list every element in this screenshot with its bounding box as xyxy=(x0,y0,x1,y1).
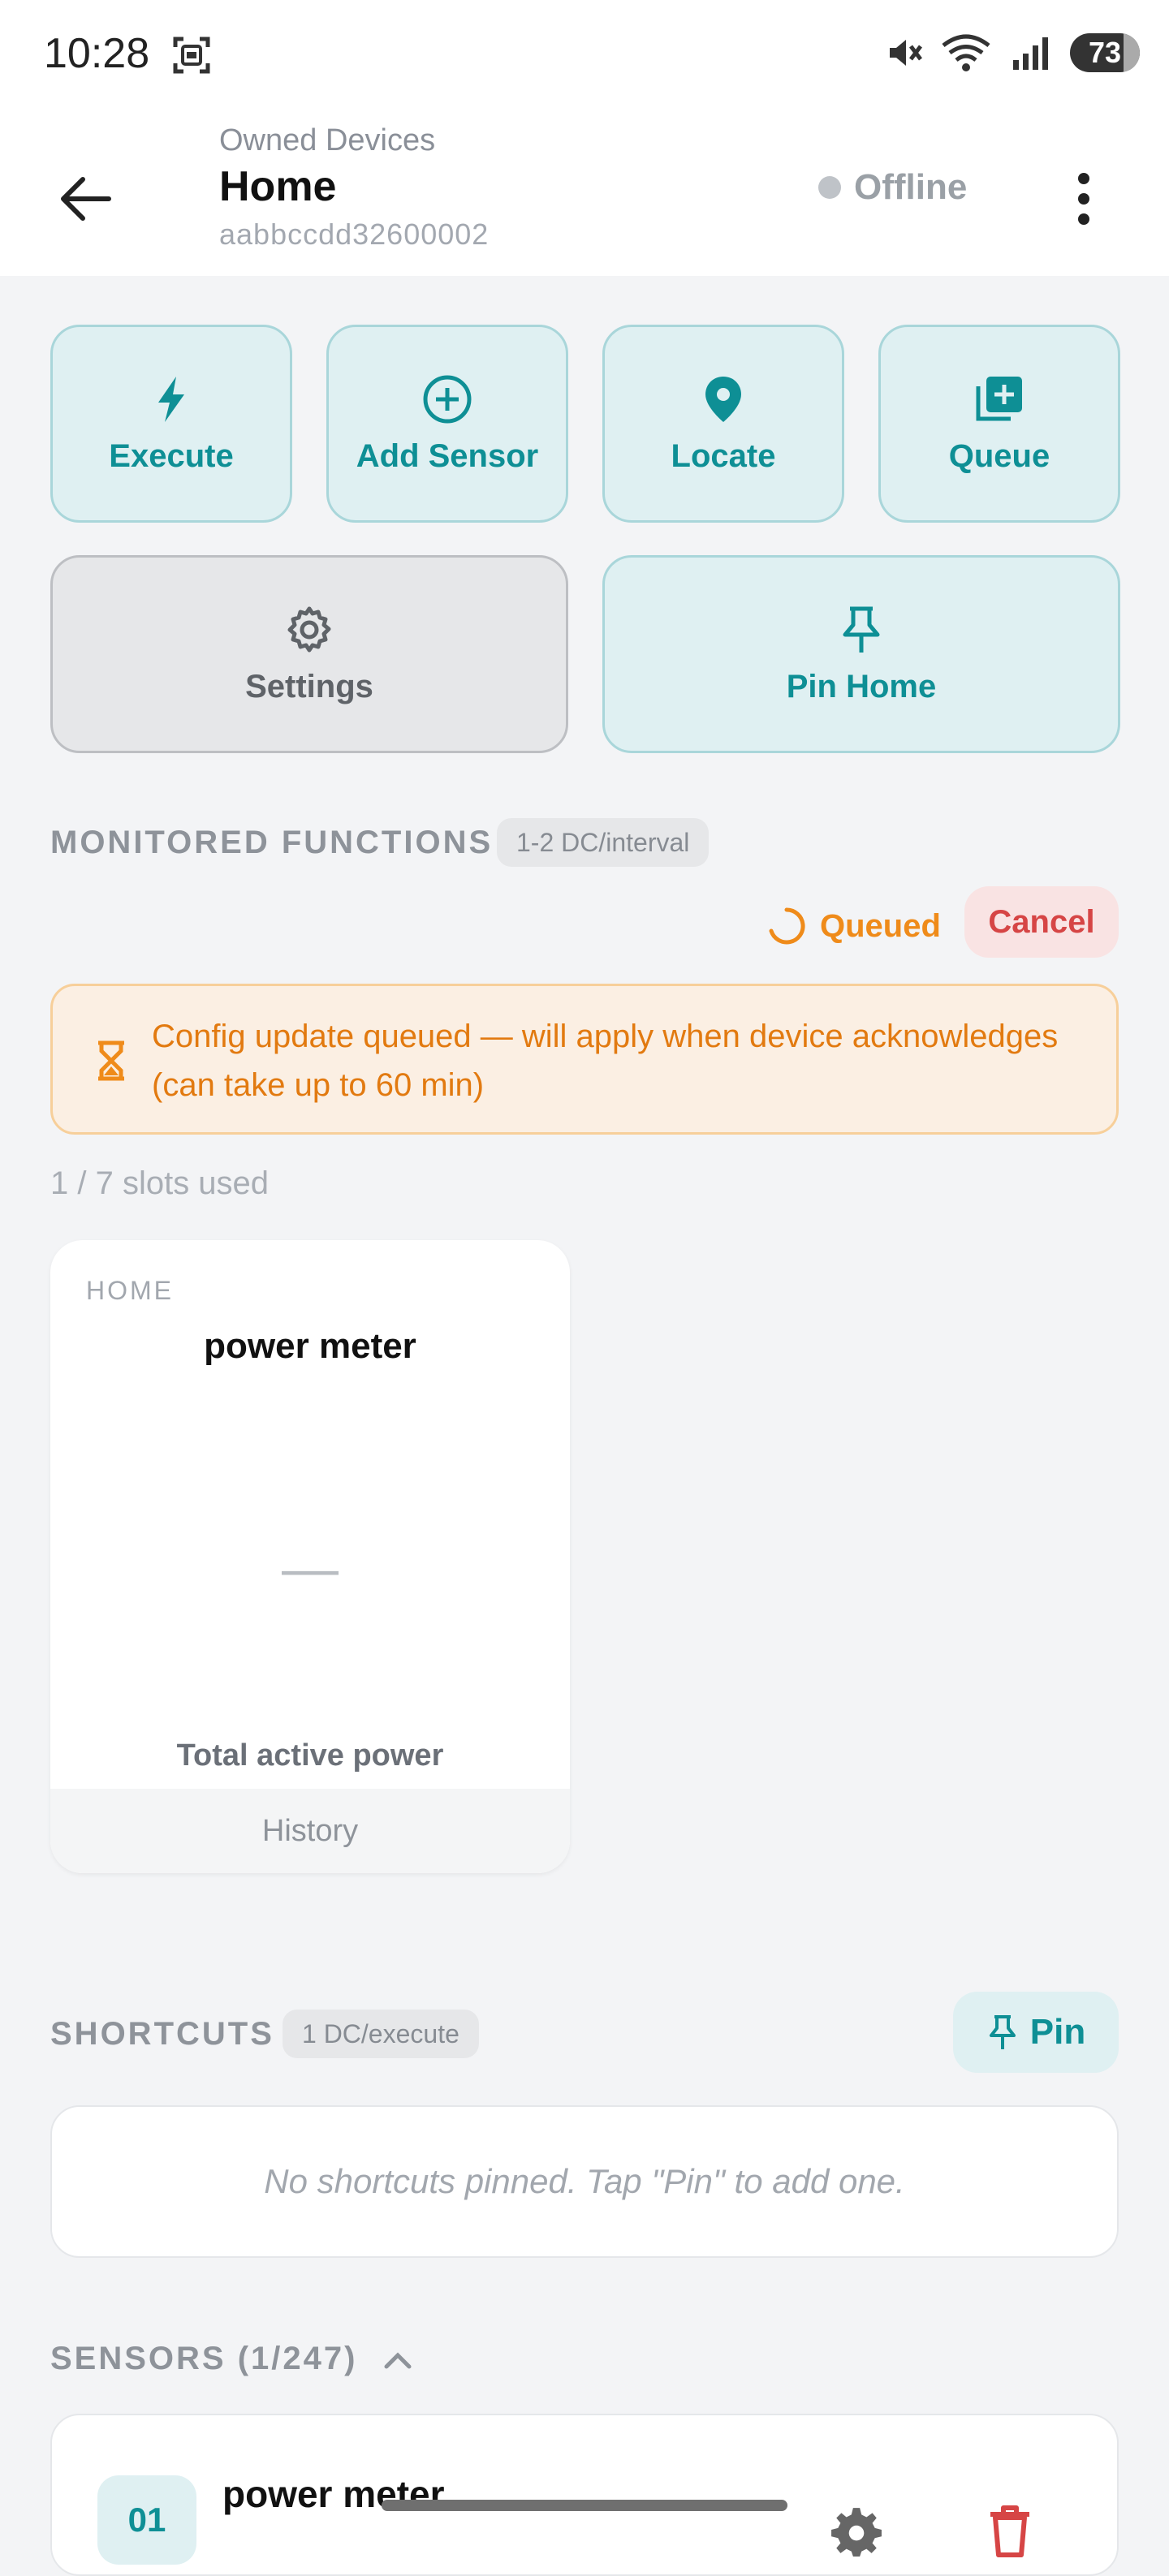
sensor-list-item[interactable]: 01 power meter xyxy=(50,2414,1119,2576)
settings-label: Settings xyxy=(245,668,373,704)
add-circle-icon xyxy=(423,375,472,423)
locate-label: Locate xyxy=(671,437,776,474)
back-button[interactable] xyxy=(49,162,122,235)
add-sensor-button[interactable]: Add Sensor xyxy=(326,325,568,523)
queue-button[interactable]: Queue xyxy=(878,325,1120,523)
mute-icon xyxy=(890,40,922,66)
pin-shortcut-button[interactable]: Pin xyxy=(953,1992,1119,2073)
sensor-number-badge: 01 xyxy=(97,2475,196,2565)
shortcuts-heading: SHORTCUTS xyxy=(50,2016,274,2052)
cancel-button[interactable]: Cancel xyxy=(964,886,1119,958)
queued-status: Queued xyxy=(766,906,941,946)
monitored-function-card[interactable]: HOME power meter — Total active power Hi… xyxy=(50,1240,570,1873)
status-icons: 73 xyxy=(885,32,1140,73)
hourglass-icon xyxy=(98,1040,124,1081)
dc-interval-chip: 1-2 DC/interval xyxy=(497,818,710,867)
pin-label: Pin xyxy=(1029,2012,1086,2052)
connection-status: Offline xyxy=(818,167,967,208)
pin-icon xyxy=(989,2015,1016,2049)
status-bar: 10:28 73 xyxy=(0,0,1169,106)
wifi-icon xyxy=(942,34,990,71)
loading-spinner-icon xyxy=(769,907,805,945)
app-header: Owned Devices Home aabbccdd32600002 Offl… xyxy=(0,106,1169,276)
screenshot-icon xyxy=(173,37,210,74)
trash-icon[interactable] xyxy=(986,2505,1034,2558)
status-text: Offline xyxy=(854,167,968,207)
gear-icon xyxy=(287,606,331,652)
breadcrumb[interactable]: Owned Devices xyxy=(219,123,435,158)
more-vertical-icon xyxy=(1078,173,1089,225)
dc-execute-chip: 1 DC/execute xyxy=(283,2010,479,2058)
queued-banner: Config update queued — will apply when d… xyxy=(50,984,1119,1135)
status-dot-icon xyxy=(818,176,841,199)
sensors-heading[interactable]: SENSORS (1/247) xyxy=(50,2341,357,2377)
locate-button[interactable]: Locate xyxy=(602,325,844,523)
signal-icon xyxy=(1013,37,1048,70)
chevron-up-icon[interactable] xyxy=(382,2349,414,2370)
add-sensor-label: Add Sensor xyxy=(356,437,539,474)
card-device-label: HOME xyxy=(86,1276,174,1305)
battery-level: 73 xyxy=(1088,36,1122,69)
device-id: aabbccdd32600002 xyxy=(219,218,490,251)
execute-label: Execute xyxy=(109,437,234,474)
pin-home-label: Pin Home xyxy=(786,668,937,704)
settings-button[interactable]: Settings xyxy=(50,555,568,753)
card-title: power meter xyxy=(204,1326,416,1366)
pin-icon xyxy=(843,606,880,653)
lightning-icon xyxy=(158,376,184,422)
card-value: — xyxy=(282,1536,339,1600)
more-options-button[interactable] xyxy=(1055,154,1112,243)
home-indicator[interactable] xyxy=(382,2500,787,2511)
page-title: Home xyxy=(219,163,337,210)
queue-add-icon xyxy=(976,376,1022,420)
status-time: 10:28 xyxy=(44,30,150,77)
arrow-left-icon xyxy=(61,177,111,221)
location-pin-icon xyxy=(705,376,741,422)
queued-label: Queued xyxy=(820,907,941,944)
slots-used: 1 / 7 slots used xyxy=(50,1165,270,1201)
execute-button[interactable]: Execute xyxy=(50,325,292,523)
queue-label: Queue xyxy=(948,437,1050,474)
battery-indicator: 73 xyxy=(1070,33,1140,72)
monitored-functions-heading: MONITORED FUNCTIONS xyxy=(50,825,494,860)
history-button[interactable]: History xyxy=(50,1789,570,1873)
shortcuts-empty-state: No shortcuts pinned. Tap "Pin" to add on… xyxy=(50,2105,1119,2258)
banner-message: Config update queued — will apply when d… xyxy=(152,1019,1059,1103)
card-metric-label: Total active power xyxy=(176,1738,444,1773)
pin-home-button[interactable]: Pin Home xyxy=(602,555,1120,753)
gear-icon[interactable] xyxy=(830,2505,883,2558)
